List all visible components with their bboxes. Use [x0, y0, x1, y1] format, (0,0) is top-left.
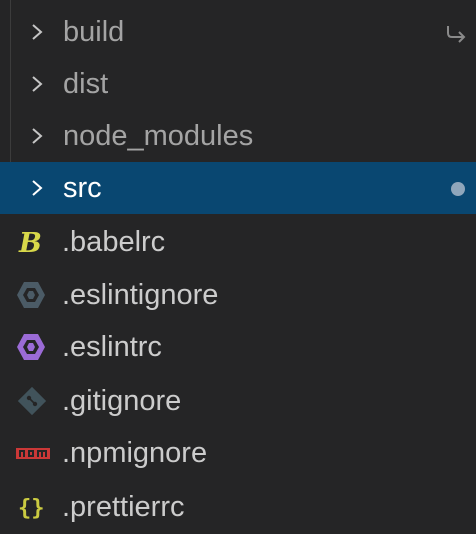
- folder-label: dist: [63, 68, 109, 100]
- tree-item-eslintrc[interactable]: .eslintrc: [0, 321, 476, 373]
- tree-item-babelrc[interactable]: B .babelrc: [0, 216, 476, 268]
- tree-item-dist[interactable]: dist: [0, 58, 476, 110]
- tree-item-gitignore[interactable]: .gitignore: [0, 375, 476, 427]
- folder-label: src: [63, 172, 102, 204]
- file-explorer: build dist node_modules src B .babelrc .…: [0, 0, 476, 534]
- chevron-right-icon[interactable]: [28, 75, 46, 93]
- tree-item-src[interactable]: src: [0, 162, 476, 214]
- tree-item-node-modules[interactable]: node_modules: [0, 110, 476, 162]
- babel-icon: B: [18, 228, 42, 258]
- svg-text:{}: {}: [18, 496, 45, 521]
- file-label: .npmignore: [62, 437, 208, 469]
- file-label: .eslintignore: [62, 279, 219, 311]
- file-label: .babelrc: [62, 226, 166, 258]
- folder-label: node_modules: [63, 120, 254, 152]
- folder-label: build: [63, 16, 125, 48]
- tree-item-eslintignore[interactable]: .eslintignore: [0, 269, 476, 321]
- modified-dot-icon: [451, 182, 465, 196]
- file-label: .eslintrc: [62, 331, 162, 363]
- file-label: .prettierrc: [62, 491, 185, 523]
- symlink-arrow-icon: [447, 26, 466, 43]
- file-label: .gitignore: [62, 385, 182, 417]
- npm-icon: [16, 448, 50, 459]
- chevron-right-icon[interactable]: [28, 23, 46, 41]
- chevron-right-icon[interactable]: [28, 127, 46, 145]
- svg-text:B: B: [18, 228, 42, 258]
- tree-item-build[interactable]: build: [0, 6, 476, 58]
- tree-item-npmignore[interactable]: .npmignore: [0, 427, 476, 479]
- tree-item-prettierrc[interactable]: {} .prettierrc: [0, 481, 476, 533]
- git-icon: [17, 386, 47, 416]
- eslint-icon: [17, 334, 45, 360]
- eslint-ignore-icon: [17, 282, 45, 308]
- chevron-right-icon[interactable]: [28, 179, 46, 197]
- json-braces-icon: {}: [18, 496, 45, 521]
